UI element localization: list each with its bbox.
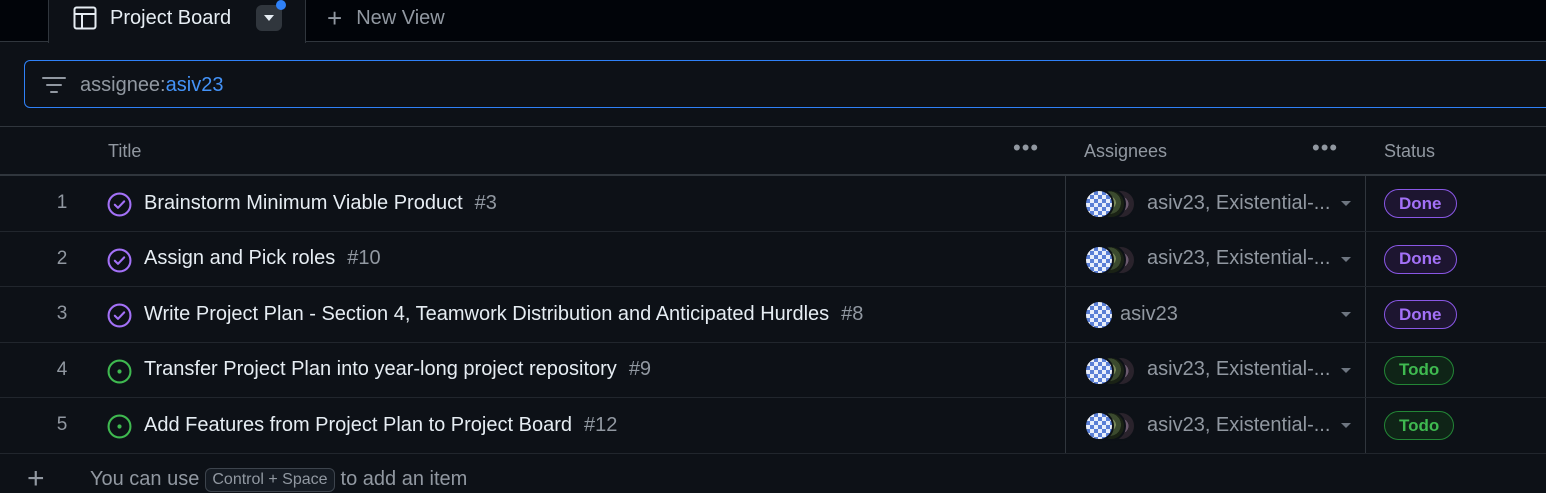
assignee-avatars xyxy=(1084,355,1144,386)
column-header-title[interactable]: Title xyxy=(108,127,141,175)
assignees-value[interactable]: asiv23, Existential-... xyxy=(1147,343,1330,398)
issue-title-cell[interactable]: Add Features from Project Plan to Projec… xyxy=(144,398,617,453)
project-table: Title ••• Assignees ••• Status 1 Brainst… xyxy=(0,126,1546,493)
table-header: Title ••• Assignees ••• Status xyxy=(0,126,1546,176)
open-issue-icon xyxy=(107,359,132,383)
kebab-icon[interactable]: ••• xyxy=(1312,137,1338,159)
issue-number: #9 xyxy=(628,358,652,381)
issue-title-cell[interactable]: Brainstorm Minimum Viable Product #3 xyxy=(144,176,497,231)
assignee-avatars xyxy=(1084,411,1144,441)
filter-key: assignee: xyxy=(80,74,166,96)
row-number: 5 xyxy=(56,414,68,436)
row-number: 4 xyxy=(56,358,68,380)
assignees-value[interactable]: asiv23, Existential-... xyxy=(1147,398,1330,453)
new-view-button[interactable]: + New View xyxy=(327,4,445,32)
add-item-row[interactable]: + You can use Control + Space to add an … xyxy=(0,454,1546,493)
status-badge[interactable]: Todo xyxy=(1384,355,1455,385)
avatar xyxy=(1084,244,1114,275)
status-badge[interactable]: Todo xyxy=(1384,411,1455,440)
avatar xyxy=(1084,355,1114,386)
closed-issue-icon xyxy=(107,248,132,272)
assignees-value[interactable]: asiv23 xyxy=(1120,287,1178,342)
open-issue-icon xyxy=(107,414,132,439)
issue-title[interactable]: Add Features from Project Plan to Projec… xyxy=(144,414,572,437)
avatar xyxy=(1084,189,1114,219)
chevron-down-icon[interactable] xyxy=(1341,367,1351,373)
add-item-hint: You can use Control + Space to add an it… xyxy=(90,467,468,492)
plus-icon: + xyxy=(327,3,343,33)
chevron-down-icon[interactable] xyxy=(1341,201,1351,206)
chevron-down-icon xyxy=(264,15,274,21)
status-badge[interactable]: Done xyxy=(1384,189,1457,218)
issue-title-cell[interactable]: Transfer Project Plan into year-long pro… xyxy=(144,343,651,398)
row-number: 3 xyxy=(56,303,68,325)
closed-issue-icon xyxy=(107,303,132,328)
filter-query: assignee:asiv23 xyxy=(80,73,223,97)
table-row[interactable]: 3 Write Project Plan - Section 4, Teamwo… xyxy=(0,287,1546,343)
status-badge[interactable]: Done xyxy=(1384,300,1457,329)
avatar xyxy=(1084,300,1114,330)
issue-title[interactable]: Brainstorm Minimum Viable Product xyxy=(144,192,463,215)
issue-number: #12 xyxy=(583,413,618,436)
filter-value: asiv23 xyxy=(165,74,224,96)
kebab-icon[interactable]: ••• xyxy=(1013,137,1039,159)
unsaved-changes-dot xyxy=(276,0,286,10)
keyboard-shortcut: Control + Space xyxy=(205,467,335,492)
issue-number: #10 xyxy=(347,247,381,270)
avatar xyxy=(1084,411,1114,441)
issue-number: #8 xyxy=(841,302,864,325)
view-tabs-bar: Project Board + New View xyxy=(0,0,1546,43)
issue-title-cell[interactable]: Assign and Pick roles #10 xyxy=(144,232,381,287)
filter-input[interactable]: assignee:asiv23 xyxy=(24,60,1546,108)
column-header-assignees[interactable]: Assignees xyxy=(1084,127,1167,175)
assignees-value[interactable]: asiv23, Existential-... xyxy=(1147,176,1330,231)
assignee-avatars xyxy=(1084,244,1144,275)
table-row[interactable]: 2 Assign and Pick roles #10 asiv23, Exis… xyxy=(0,232,1546,287)
column-header-status[interactable]: Status xyxy=(1384,127,1435,175)
chevron-down-icon[interactable] xyxy=(1341,423,1351,428)
add-hint-before: You can use xyxy=(90,468,200,490)
filter-icon xyxy=(42,77,66,93)
plus-icon[interactable]: + xyxy=(27,463,45,493)
assignees-value[interactable]: asiv23, Existential-... xyxy=(1147,232,1330,287)
row-number: 1 xyxy=(56,192,68,214)
table-row[interactable]: 4 Transfer Project Plan into year-long p… xyxy=(0,343,1546,398)
table-row[interactable]: 5 Add Features from Project Plan to Proj… xyxy=(0,398,1546,454)
row-number: 2 xyxy=(56,247,68,269)
tab-project-board[interactable]: Project Board xyxy=(48,0,306,43)
table-row[interactable]: 1 Brainstorm Minimum Viable Product #3 a… xyxy=(0,176,1546,232)
new-view-label: New View xyxy=(356,6,445,29)
issue-title[interactable]: Write Project Plan - Section 4, Teamwork… xyxy=(144,303,829,326)
status-badge[interactable]: Done xyxy=(1384,244,1457,274)
table-icon xyxy=(73,6,97,30)
closed-issue-icon xyxy=(107,192,132,217)
chevron-down-icon[interactable] xyxy=(1341,312,1351,317)
tab-label: Project Board xyxy=(110,7,232,29)
assignee-avatars xyxy=(1084,189,1144,219)
issue-number: #3 xyxy=(474,191,497,214)
chevron-down-icon[interactable] xyxy=(1341,256,1351,262)
issue-title[interactable]: Transfer Project Plan into year-long pro… xyxy=(144,358,617,381)
issue-title-cell[interactable]: Write Project Plan - Section 4, Teamwork… xyxy=(144,287,863,342)
add-hint-after: to add an item xyxy=(340,468,468,490)
issue-title[interactable]: Assign and Pick roles xyxy=(144,247,335,270)
